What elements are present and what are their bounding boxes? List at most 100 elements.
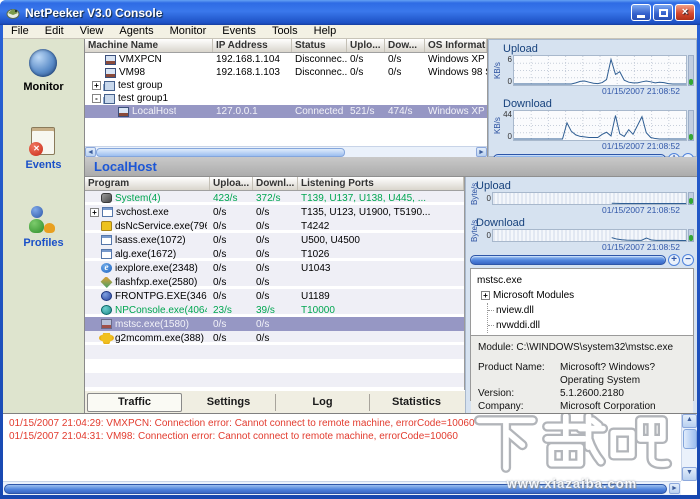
menu-item-view[interactable]: View: [72, 25, 112, 38]
program-row[interactable]: NPConsole.exe(4064)23/s39/sT10000: [85, 303, 464, 317]
program-row[interactable]: alg.exe(1672)0/s0/sT1026: [85, 247, 464, 261]
scroll-thumb[interactable]: [683, 429, 697, 449]
program-name-cell: iexplore.exe(2348): [85, 263, 210, 274]
column-header[interactable]: IP Address: [213, 39, 292, 52]
menu-item-edit[interactable]: Edit: [37, 25, 72, 38]
scroll-down-icon[interactable]: ▼: [682, 467, 697, 481]
tree-root[interactable]: mstsc.exe: [477, 273, 687, 288]
machine-name-cell: +test group: [85, 80, 213, 91]
machines-hscrollbar[interactable]: ◄ ►: [85, 146, 487, 157]
column-header[interactable]: Uplo...: [347, 39, 385, 52]
computer-icon: [118, 107, 129, 117]
menu-item-monitor[interactable]: Monitor: [162, 25, 215, 38]
scroll-left-icon[interactable]: ◄: [85, 147, 96, 157]
indent: [88, 72, 105, 73]
menu-item-events[interactable]: Events: [214, 25, 264, 38]
scale-slider[interactable]: [688, 110, 694, 141]
machines-panel: Machine NameIP AddressStatusUplo...Dow..…: [85, 39, 488, 157]
sidebar-item-monitor[interactable]: Monitor: [23, 49, 63, 93]
window-icon: [102, 207, 113, 217]
machine-row[interactable]: VM98192.168.1.103Disconnec...0/s0/sWindo…: [85, 66, 487, 79]
program-row[interactable]: +svchost.exe0/s0/sT135, U123, U1900, T51…: [85, 205, 464, 219]
program-row[interactable]: g2mcomm.exe(388)0/s0/s: [85, 331, 464, 345]
column-header[interactable]: Status: [292, 39, 347, 52]
tree-group[interactable]: + Microsoft Modules: [477, 288, 687, 303]
field-value: Microsoft? Windows? Operating System: [560, 361, 686, 387]
tab-traffic[interactable]: Traffic: [87, 393, 182, 412]
program-row[interactable]: FRONTPG.EXE(3460)0/s0/sU1189: [85, 289, 464, 303]
menu-item-file[interactable]: File: [3, 25, 37, 38]
indent: [88, 282, 101, 283]
program-name-cell: lsass.exe(1072): [85, 235, 210, 246]
flower-icon: [101, 333, 112, 343]
minimize-button[interactable]: [631, 4, 651, 21]
column-header[interactable]: OS Information: [425, 39, 487, 52]
tab-statistics[interactable]: Statistics: [370, 394, 463, 411]
program-name: FRONTPG.EXE(3460): [115, 291, 207, 302]
title-bar[interactable]: NetPeeker V3.0 Console ×: [0, 0, 700, 25]
scale-slider[interactable]: [688, 55, 694, 86]
module-item[interactable]: nvwddi.dll: [488, 318, 687, 333]
zoom-in-icon[interactable]: +: [668, 254, 680, 266]
scroll-thumb[interactable]: [96, 148, 345, 157]
slider-handle-icon[interactable]: [689, 235, 693, 241]
machine-download: 0/s: [385, 67, 425, 78]
scale-slider[interactable]: [688, 229, 694, 242]
sidebar-item-events[interactable]: Events: [25, 127, 61, 171]
y-tick: 0: [480, 194, 491, 203]
program-row[interactable]: iexplore.exe(2348)0/s0/sU1043: [85, 261, 464, 275]
scroll-pill[interactable]: [470, 255, 666, 265]
module-item[interactable]: nview.dll: [488, 303, 687, 318]
maximize-button[interactable]: [653, 4, 673, 21]
program-name-cell: FRONTPG.EXE(3460): [85, 291, 210, 302]
slider-handle-icon[interactable]: [689, 79, 693, 85]
program-row[interactable]: System(4)423/s372/sT139, U137, U138, U44…: [85, 191, 464, 205]
zoom-out-icon[interactable]: −: [682, 254, 694, 266]
log-hscrollbar[interactable]: ►: [3, 481, 681, 495]
program-name: flashfxp.exe(2580): [115, 277, 197, 288]
scroll-up-icon[interactable]: ▲: [682, 414, 697, 428]
column-header[interactable]: Listening Ports: [298, 177, 464, 190]
program-row[interactable]: dsNcService.exe(796)0/s0/sT4242: [85, 219, 464, 233]
menu-item-agents[interactable]: Agents: [111, 25, 161, 38]
scroll-right-icon[interactable]: ►: [669, 483, 680, 494]
expander-icon[interactable]: +: [481, 291, 490, 300]
detail-field: Version:5.1.2600.2180: [478, 387, 686, 400]
menu-item-help[interactable]: Help: [306, 25, 345, 38]
program-row[interactable]: flashfxp.exe(2580)0/s0/s: [85, 275, 464, 289]
expander-icon[interactable]: +: [90, 208, 99, 217]
sidebar-item-profiles[interactable]: Profiles: [23, 205, 63, 249]
graph-time-scrollbar[interactable]: + −: [470, 254, 694, 266]
slider-handle-icon[interactable]: [689, 198, 693, 204]
machine-row[interactable]: LocalHost127.0.0.1Connected521/s474/sWin…: [85, 105, 487, 118]
close-button[interactable]: ×: [675, 4, 695, 21]
program-name: NPConsole.exe(4064): [115, 305, 207, 316]
chart-timestamp: 01/15/2007 21:08:52: [470, 205, 694, 216]
machine-row[interactable]: VMXPCN192.168.1.104Disconnec...0/s0/sWin…: [85, 53, 487, 66]
y-axis: KB/s 60: [493, 55, 513, 86]
column-header[interactable]: Downl...: [253, 177, 298, 190]
programs-rows: System(4)423/s372/sT139, U137, U138, U44…: [85, 191, 464, 390]
menu-item-tools[interactable]: Tools: [264, 25, 306, 38]
program-upload: 0/s: [210, 277, 253, 288]
column-header[interactable]: Program: [85, 177, 210, 190]
expander-icon[interactable]: +: [92, 81, 101, 90]
column-header[interactable]: Machine Name: [85, 39, 213, 52]
slider-handle-icon[interactable]: [689, 134, 693, 140]
program-row[interactable]: lsass.exe(1072)0/s0/sU500, U4500: [85, 233, 464, 247]
column-header[interactable]: Dow...: [385, 39, 425, 52]
machine-row[interactable]: +test group: [85, 79, 487, 92]
scroll-thumb[interactable]: [4, 484, 667, 494]
tab-settings[interactable]: Settings: [182, 394, 276, 411]
program-row[interactable]: mstsc.exe(1580)0/s0/s: [85, 317, 464, 331]
machine-row[interactable]: -test group1: [85, 92, 487, 105]
expander-icon[interactable]: -: [92, 94, 101, 103]
column-header[interactable]: Uploa...: [210, 177, 253, 190]
program-name: System(4): [115, 193, 161, 204]
log-vscrollbar[interactable]: ▲ ▼: [681, 414, 697, 481]
indent: [88, 240, 101, 241]
scale-slider[interactable]: [688, 192, 694, 205]
tab-log[interactable]: Log: [276, 394, 370, 411]
scroll-right-icon[interactable]: ►: [476, 147, 487, 157]
machine-name-cell: VM98: [85, 67, 213, 78]
